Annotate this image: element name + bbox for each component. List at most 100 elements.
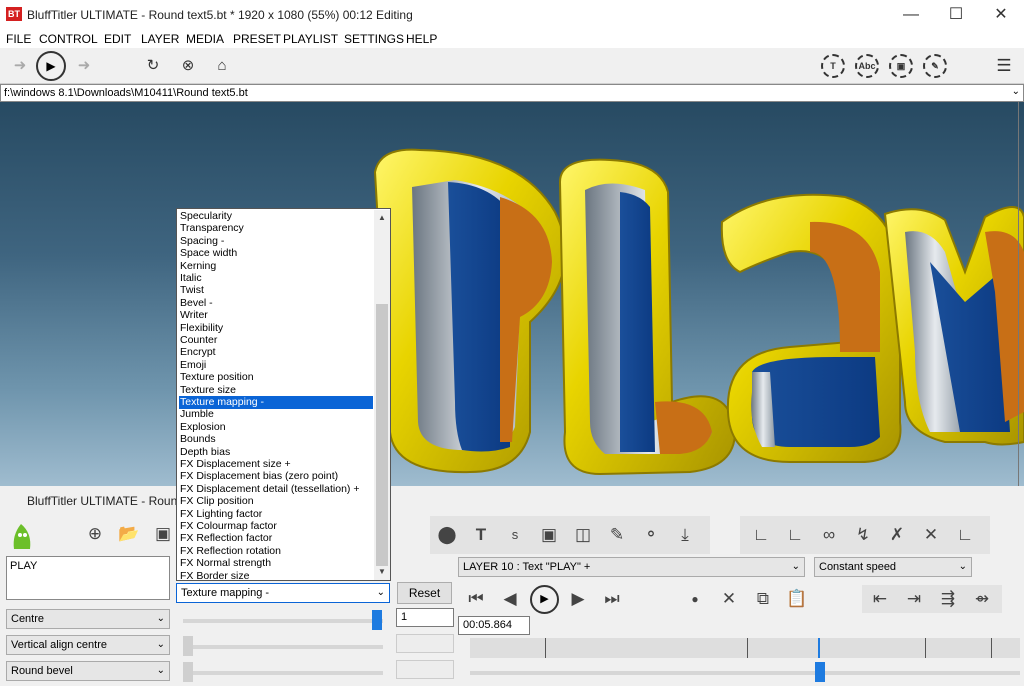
- property-dropdown-list[interactable]: Specularity Transparency Spacing - Space wi…: [176, 208, 391, 583]
- dropdown-item[interactable]: Texture position: [179, 371, 373, 384]
- dropdown-item[interactable]: Spacing -: [179, 235, 373, 248]
- dropdown-item[interactable]: Writer: [179, 309, 373, 322]
- dropdown-item[interactable]: FX Reflection factor: [179, 532, 373, 545]
- menu-settings[interactable]: SETTINGS: [344, 32, 404, 46]
- render-viewport[interactable]: [0, 102, 1024, 486]
- dropdown-item[interactable]: Kerning: [179, 260, 373, 273]
- menu-file[interactable]: FILE: [6, 32, 31, 46]
- pen-icon[interactable]: ✎: [923, 54, 947, 78]
- dropdown-item[interactable]: FX Colourmap factor: [179, 520, 373, 533]
- horizontal-align-combo[interactable]: Centre ⌄: [6, 609, 170, 629]
- go-to-end-icon[interactable]: ⏭: [598, 585, 626, 613]
- dropdown-item[interactable]: FX Border size: [179, 570, 373, 583]
- play-icon[interactable]: ▶: [530, 585, 559, 614]
- abc-icon[interactable]: Abc: [855, 54, 879, 78]
- menu-playlist[interactable]: PLAYLIST: [283, 32, 338, 46]
- menu-preset[interactable]: PRESET: [233, 32, 281, 46]
- dropdown-item[interactable]: Specularity: [179, 210, 373, 223]
- time-slider-track[interactable]: [470, 671, 1020, 675]
- time-input[interactable]: 00:05.864: [458, 616, 530, 635]
- preview-text-box[interactable]: PLAY: [6, 556, 170, 600]
- dropdown-item[interactable]: Bevel -: [179, 297, 373, 310]
- open-folder-icon[interactable]: 📂: [115, 520, 143, 548]
- layer-bottom-icon[interactable]: ∟: [951, 521, 979, 549]
- delete-key-icon[interactable]: ✕: [715, 585, 743, 613]
- property-combo[interactable]: Texture mapping - ⌄: [176, 583, 390, 603]
- go-to-start-icon[interactable]: ⏮: [462, 585, 490, 613]
- dropdown-item[interactable]: Emoji: [179, 359, 373, 372]
- close-button[interactable]: ✕: [978, 0, 1024, 30]
- slider-3-thumb[interactable]: [183, 662, 193, 682]
- timeline-keys[interactable]: [470, 638, 1020, 658]
- text-icon[interactable]: T: [467, 521, 495, 549]
- paste-icon[interactable]: 📋: [783, 585, 811, 613]
- reset-button[interactable]: Reset: [397, 582, 452, 604]
- key-left-icon[interactable]: ⇤: [866, 585, 894, 613]
- layer-up-icon[interactable]: ∟: [747, 521, 775, 549]
- dropdown-item[interactable]: Depth bias: [179, 446, 373, 459]
- dropdown-item[interactable]: FX Normal strength: [179, 557, 373, 570]
- small-text-icon[interactable]: s: [501, 521, 529, 549]
- menu-layer[interactable]: LAYER: [141, 32, 179, 46]
- vertical-align-combo[interactable]: Vertical align centre ⌄: [6, 635, 170, 655]
- previous-key-icon[interactable]: ◀: [496, 585, 524, 613]
- dropdown-item[interactable]: Bounds: [179, 433, 373, 446]
- menu-edit[interactable]: EDIT: [104, 32, 131, 46]
- value-slider-track[interactable]: [183, 619, 383, 623]
- slider-2-thumb[interactable]: [183, 636, 193, 656]
- menu-control[interactable]: CONTROL: [39, 32, 98, 46]
- dropdown-item[interactable]: FX Lighting factor: [179, 508, 373, 521]
- layer-down-icon[interactable]: ∟: [781, 521, 809, 549]
- minimize-button[interactable]: —: [888, 0, 934, 30]
- menu-media[interactable]: MEDIA: [186, 32, 224, 46]
- value-input[interactable]: 1: [396, 608, 454, 627]
- dropdown-item[interactable]: FX Reflection rotation: [179, 545, 373, 558]
- scroll-down-icon[interactable]: ▼: [376, 565, 388, 579]
- pencil-icon[interactable]: ✎: [603, 521, 631, 549]
- layer-split-icon[interactable]: ✗: [883, 521, 911, 549]
- dropdown-item[interactable]: Flexibility: [179, 322, 373, 335]
- dropdown-item[interactable]: Transparency: [179, 222, 373, 235]
- speed-combo[interactable]: Constant speed ⌄: [814, 557, 972, 577]
- maximize-button[interactable]: ☐: [933, 0, 979, 30]
- shapes-icon[interactable]: ⚬: [637, 521, 665, 549]
- blob-layer-icon[interactable]: ⬤: [433, 521, 461, 549]
- value-input-2[interactable]: [396, 634, 454, 653]
- key-marker[interactable]: [545, 638, 546, 658]
- key-collapse-icon[interactable]: ⇴: [968, 585, 996, 613]
- copy-icon[interactable]: ⧉: [749, 585, 777, 613]
- dropdown-item[interactable]: Explosion: [179, 421, 373, 434]
- add-layer-icon[interactable]: ⊕: [81, 520, 109, 548]
- layer-delete-icon[interactable]: ✕: [917, 521, 945, 549]
- path-combo[interactable]: f:\windows 8.1\Downloads\M10411\Round te…: [0, 84, 1024, 102]
- dropdown-item[interactable]: Counter: [179, 334, 373, 347]
- text-layer-icon[interactable]: T: [821, 54, 845, 78]
- import-icon[interactable]: ⤓: [671, 521, 699, 549]
- dropdown-item[interactable]: FX Displacement size +: [179, 458, 373, 471]
- picture-icon[interactable]: ▣: [889, 54, 913, 78]
- dropdown-item[interactable]: Encrypt: [179, 346, 373, 359]
- time-slider-thumb[interactable]: [815, 662, 825, 682]
- playhead-marker[interactable]: [818, 638, 820, 658]
- layer-link-icon[interactable]: ∞: [815, 521, 843, 549]
- dropdown-item[interactable]: Texture size: [179, 384, 373, 397]
- cube-icon[interactable]: ◫: [569, 521, 597, 549]
- key-right-icon[interactable]: ⇥: [900, 585, 928, 613]
- refresh-icon[interactable]: ↻: [141, 54, 165, 78]
- dropdown-item[interactable]: Jumble: [179, 408, 373, 421]
- record-icon[interactable]: ●: [681, 585, 709, 613]
- dropdown-item[interactable]: Italic: [179, 272, 373, 285]
- next-key-icon[interactable]: ▶: [564, 585, 592, 613]
- select-region-icon[interactable]: ▣: [149, 520, 177, 548]
- dropdown-item[interactable]: FX Displacement detail (tessellation) +: [179, 483, 373, 496]
- dropdown-item[interactable]: Space width: [179, 247, 373, 260]
- value-slider-thumb[interactable]: [372, 610, 382, 630]
- hamburger-menu-icon[interactable]: ☰: [992, 54, 1016, 78]
- home-icon[interactable]: ⌂: [210, 54, 234, 78]
- stop-icon[interactable]: ⊗: [176, 54, 200, 78]
- layer-light-icon[interactable]: ↯: [849, 521, 877, 549]
- dropdown-item[interactable]: FX Clip position: [179, 495, 373, 508]
- key-marker[interactable]: [925, 638, 926, 658]
- back-arrow-icon[interactable]: ➜: [8, 54, 32, 78]
- image-icon[interactable]: ▣: [535, 521, 563, 549]
